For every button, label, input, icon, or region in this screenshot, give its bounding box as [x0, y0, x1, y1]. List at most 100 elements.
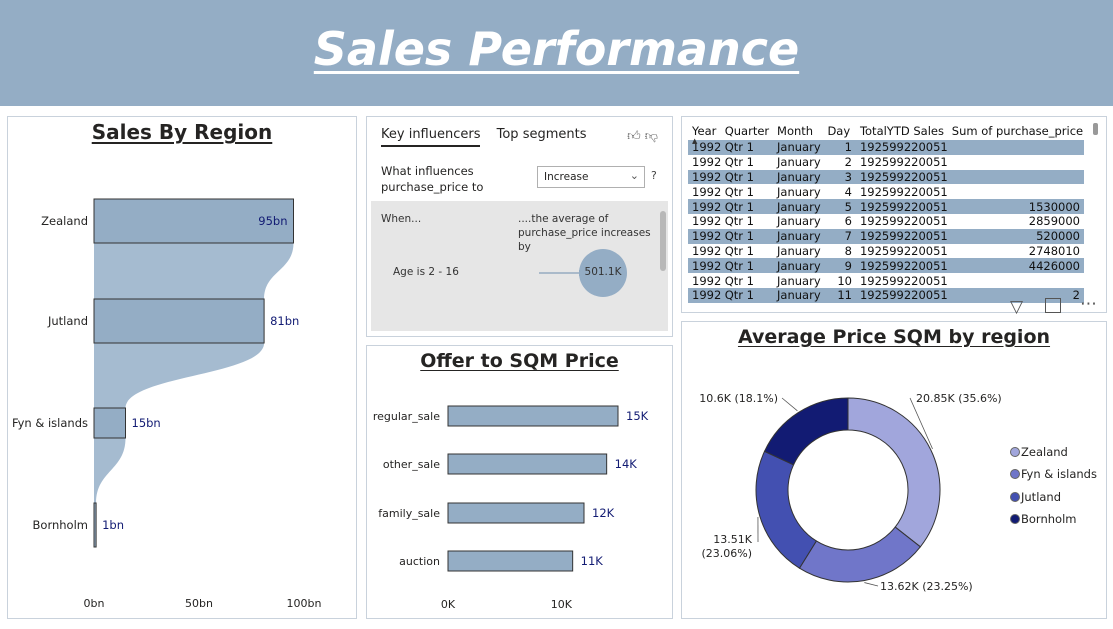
donut-slice[interactable]: [755, 450, 818, 569]
filter-icon[interactable]: ▽: [1010, 297, 1023, 317]
more-options-icon[interactable]: ⋯: [1080, 294, 1098, 314]
offer-bar[interactable]: [447, 502, 585, 524]
focus-mode-icon[interactable]: [1045, 298, 1061, 313]
table-cell: 192599220051: [859, 273, 948, 288]
table-cell: January: [777, 243, 821, 258]
table-scrollbar[interactable]: [1093, 123, 1098, 135]
ki-value-label: 501.1K: [584, 266, 622, 278]
table-cell: 1992: [688, 199, 725, 214]
donut-slice[interactable]: [763, 397, 849, 466]
offer-bar[interactable]: [447, 453, 608, 475]
table-cell: January: [777, 258, 828, 274]
col-header-totalytd[interactable]: TotalYTD Sales: [856, 122, 948, 140]
col-header-quarter[interactable]: Quarter: [725, 122, 777, 140]
sales-by-region-panel[interactable]: Sales By Region Zealand 95bn Jutland 81bn Fy…: [7, 116, 357, 619]
table-cell: 11: [827, 287, 856, 303]
sales-table-panel[interactable]: Year Quarter Month Day TotalYTD Sales Su…: [681, 116, 1107, 313]
x-tick-label: 10K: [551, 598, 573, 611]
legend-item[interactable]: Zealand: [1010, 445, 1068, 459]
table-cell: 1992: [692, 184, 722, 199]
donut-slice[interactable]: [847, 397, 941, 548]
table-row[interactable]: 1992 Qtr 1 January 8 192599220051 2748010: [688, 244, 1084, 259]
table-cell: [948, 155, 1084, 170]
visual-header-toolbar: ▽ ⋯: [1004, 294, 1110, 322]
table-cell: 1992: [688, 228, 725, 244]
table-cell: January: [777, 228, 828, 244]
ki-question: What influences purchase_price to: [381, 164, 484, 194]
table-row[interactable]: 1992 Qtr 1 January 5 192599220051 1530000: [688, 199, 1084, 214]
region-bar[interactable]: [93, 407, 126, 439]
table-cell: January: [777, 287, 828, 303]
table-cell: 192599220051: [859, 243, 948, 258]
table-cell: 9: [827, 258, 856, 274]
table-row[interactable]: 1992 Qtr 1 January 6 192599220051 2859000: [688, 214, 1084, 229]
table-cell: 192599220051: [855, 258, 948, 274]
table-cell: 1992: [688, 258, 725, 274]
legend-item[interactable]: Bornholm: [1010, 512, 1076, 526]
table-cell: 1992: [688, 169, 725, 185]
help-icon[interactable]: ?: [651, 169, 657, 182]
table-row[interactable]: 1992 Qtr 1 January 1 192599220051: [688, 140, 1084, 155]
table-cell: Qtr 1: [724, 140, 778, 155]
tab-key-influencers[interactable]: Key influencers: [381, 127, 481, 147]
region-value-label: 95bn: [258, 214, 287, 228]
table-cell: Qtr 1: [724, 184, 754, 199]
table-row[interactable]: 1992 Qtr 1 January 10 192599220051: [688, 273, 1084, 288]
ki-factor-label[interactable]: Age is 2 - 16: [393, 266, 459, 278]
table-cell: 1: [827, 140, 856, 155]
leader-line: [781, 397, 798, 412]
offer-bar[interactable]: [447, 405, 619, 427]
offer-value-label: 14K: [615, 457, 638, 471]
table-cell: 192599220051: [859, 214, 948, 229]
table-row[interactable]: 1992 Qtr 1 January 9 192599220051 4426000: [688, 258, 1084, 274]
table-cell: January: [777, 155, 821, 170]
legend-item[interactable]: Jutland: [1010, 490, 1061, 504]
table-cell: 192599220051: [855, 169, 948, 185]
table-cell: [948, 273, 1084, 288]
table-cell: 192599220051: [855, 199, 948, 214]
table-cell: Qtr 1: [724, 199, 778, 214]
col-header-day[interactable]: Day: [827, 122, 856, 140]
legend-item[interactable]: Fyn & islands: [1010, 467, 1097, 481]
tab-top-segments[interactable]: Top segments: [497, 127, 587, 145]
offer-to-sqm-panel[interactable]: Offer to SQM Price regular_sale 15K other_…: [366, 345, 673, 619]
ki-direction-select[interactable]: Increase ⌄: [537, 166, 645, 188]
offer-category-label: other_sale: [383, 458, 440, 471]
donut-value-label: 10.6K (18.1%): [699, 392, 778, 405]
offer-category-label: auction: [399, 555, 440, 568]
avg-price-sqm-panel[interactable]: Average Price SQM by region 20.85K (35.6…: [681, 321, 1107, 619]
region-value-label: 1bn: [102, 518, 124, 532]
offer-to-sqm-chart: regular_sale 15K other_sale 14K family_sale 1…: [373, 405, 649, 611]
legend-label: Fyn & islands: [1021, 467, 1097, 482]
region-category-label: Bornholm: [33, 518, 88, 532]
table-cell: 3: [827, 169, 856, 185]
table-cell: Qtr 1: [724, 214, 754, 229]
table-cell: 4426000: [947, 258, 1084, 274]
legend-marker: [1010, 447, 1020, 457]
table-cell: 10: [837, 273, 852, 288]
region-category-label: Fyn & islands: [12, 416, 88, 430]
col-header-purchase-price[interactable]: Sum of purchase_price: [948, 122, 1084, 140]
region-value-label: 81bn: [270, 314, 299, 328]
ki-scrollbar[interactable]: [660, 211, 666, 271]
table-cell: 1992: [688, 287, 725, 303]
region-bar[interactable]: [93, 502, 97, 548]
thumbs-up-icon[interactable]: 👍︎: [627, 129, 641, 144]
legend-marker: [1010, 491, 1020, 502]
x-tick-label: 0K: [441, 598, 456, 611]
region-bar[interactable]: [93, 298, 265, 344]
col-header-month[interactable]: Month: [777, 122, 827, 140]
table-cell: January: [777, 214, 821, 229]
donut-slice[interactable]: [798, 526, 922, 583]
table-row[interactable]: 1992 Qtr 1 January 3 192599220051: [688, 169, 1084, 185]
thumbs-down-icon[interactable]: 👎︎: [645, 129, 658, 144]
offer-bar[interactable]: [447, 550, 574, 572]
table-row[interactable]: 1992 Qtr 1 January 2 192599220051: [688, 155, 1084, 170]
key-influencers-panel[interactable]: Key influencers Top segments 👍︎ 👎︎ What …: [366, 116, 673, 337]
sort-indicator-icon: ▲: [692, 137, 698, 145]
table-row[interactable]: 1992 Qtr 1 January 7 192599220051 520000: [688, 228, 1084, 244]
table-cell: 192599220051: [855, 287, 948, 303]
table-cell: 1992: [692, 273, 722, 288]
table-row[interactable]: 1992 Qtr 1 January 4 192599220051: [688, 184, 1084, 199]
table-cell: Qtr 1: [724, 228, 778, 244]
